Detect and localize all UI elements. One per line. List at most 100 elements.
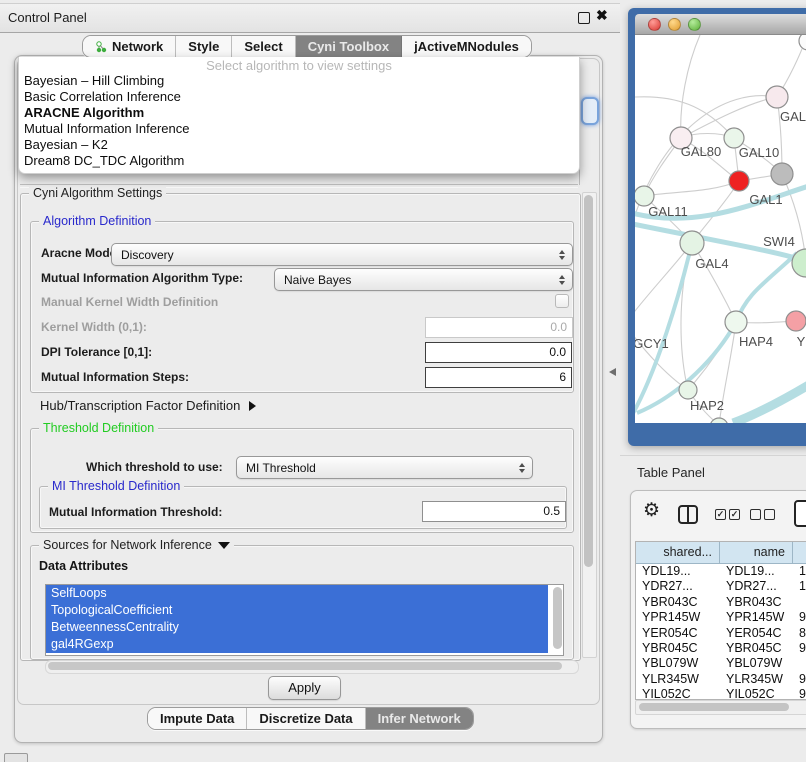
table-panel-strip: Table Panel — [620, 455, 806, 490]
attribute-item-selected[interactable]: SelfLoops — [46, 585, 548, 602]
table-row[interactable]: YDL19...YDL19...13 — [636, 564, 806, 579]
threshold-definition-group: Threshold Definition Which threshold to … — [30, 428, 574, 533]
network-canvas[interactable]: GALGAL80GAL10GAL1GAL11GAL4SWI4GCY1HAP4YH… — [635, 35, 806, 423]
network-window-titlebar[interactable] — [635, 14, 806, 35]
dpi-tolerance-label: DPI Tolerance [0,1]: — [41, 345, 152, 359]
algorithm-option[interactable]: Mutual Information Inference — [19, 121, 579, 137]
algorithm-dropdown[interactable]: Select algorithm to view settings Bayesi… — [18, 57, 580, 174]
mi-threshold-definition-group: MI Threshold Definition Mutual Informati… — [39, 486, 567, 529]
network-node-hap2[interactable] — [679, 381, 697, 399]
network-tab-icon — [95, 41, 107, 53]
table-header: shared...name — [636, 542, 806, 564]
column-header[interactable] — [793, 542, 806, 563]
splitter-arrow-icon[interactable] — [609, 368, 616, 376]
table-row[interactable]: YDR27...YDR27...12 — [636, 579, 806, 594]
control-panel-tabs: NetworkStyleSelectCyni ToolboxjActiveMNo… — [82, 35, 532, 58]
gear-icon[interactable]: ⚙ — [643, 501, 660, 520]
minimize-traffic-light-icon[interactable] — [668, 18, 681, 31]
kernel-width-field[interactable]: 0.0 — [425, 317, 573, 338]
tab-discretize-data[interactable]: Discretize Data — [247, 708, 365, 729]
settings-horizontal-scrollbar[interactable] — [45, 660, 579, 674]
which-threshold-label: Which threshold to use: — [86, 460, 223, 474]
algorithm-option[interactable]: ARACNE Algorithm — [19, 105, 579, 121]
algorithm-option[interactable]: Bayesian – K2 — [19, 137, 579, 153]
network-svg: GALGAL80GAL10GAL1GAL11GAL4SWI4GCY1HAP4YH… — [635, 35, 806, 423]
node-label: GAL1 — [749, 192, 782, 207]
dpi-tolerance-field[interactable]: 0.0 — [425, 342, 572, 363]
algorithm-option[interactable]: Bayesian – Hill Climbing — [19, 73, 579, 89]
column-header[interactable]: name — [720, 542, 793, 563]
network-node[interactable] — [799, 35, 806, 50]
aracne-mode-select[interactable]: Discovery — [111, 243, 573, 266]
spinner-arrows-icon — [554, 250, 569, 260]
screen: Control Panel ✖ NetworkStyleSelectCyni T… — [0, 0, 806, 762]
tab-impute-data[interactable]: Impute Data — [148, 708, 247, 729]
attribute-item-selected[interactable]: BetweennessCentrality — [46, 619, 548, 636]
table-row[interactable]: YIL052CYIL052C9. — [636, 687, 806, 700]
network-node-gal11[interactable] — [635, 186, 654, 206]
settings-vertical-scrollbar[interactable] — [582, 192, 597, 658]
table-row[interactable]: YBL079WYBL079W — [636, 656, 806, 671]
network-node-gal[interactable] — [766, 86, 788, 108]
mi-algorithm-type-select[interactable]: Naive Bayes — [274, 268, 573, 291]
cyni-bottom-tabs: Impute DataDiscretize DataInfer Network — [147, 707, 474, 730]
algorithm-option[interactable]: Basic Correlation Inference — [19, 89, 579, 105]
column-header[interactable]: shared... — [636, 542, 720, 563]
tab-cyni-toolbox[interactable]: Cyni Toolbox — [296, 36, 402, 57]
sources-group: Sources for Network Inference Data Attri… — [30, 545, 574, 660]
network-node-gal1[interactable] — [729, 171, 749, 191]
node-label: GAL4 — [695, 256, 728, 271]
split-view-icon[interactable] — [678, 505, 698, 524]
kernel-width-label: Kernel Width (0,1): — [41, 320, 147, 334]
hub-tf-definition-expander[interactable]: Hub/Transcription Factor Definition — [40, 398, 256, 413]
network-node-y[interactable] — [786, 311, 806, 331]
table-row[interactable]: YLR345WYLR345W9. — [636, 672, 806, 687]
hub-tf-definition-label: Hub/Transcription Factor Definition — [40, 398, 240, 413]
panel-title: Control Panel — [8, 10, 87, 25]
table-row[interactable]: YBR043CYBR043C — [636, 595, 806, 610]
node-table[interactable]: shared...name YDL19...YDL19...13YDR27...… — [635, 541, 806, 700]
table-body: YDL19...YDL19...13YDR27...YDR27...12YBR0… — [636, 564, 806, 700]
tab-infer-network[interactable]: Infer Network — [366, 708, 473, 729]
table-horizontal-scrollbar[interactable] — [635, 700, 806, 715]
attribute-item-selected[interactable]: TopologicalCoefficient — [46, 602, 548, 619]
list-scrollbar[interactable] — [553, 587, 562, 652]
minimized-panel-icon[interactable] — [4, 753, 28, 762]
table-row[interactable]: YPR145WYPR145W9. — [636, 610, 806, 625]
float-window-icon[interactable] — [578, 12, 590, 24]
zoom-traffic-light-icon[interactable] — [688, 18, 701, 31]
mi-steps-field[interactable]: 6 — [425, 367, 572, 388]
select-all-checked-icon[interactable]: ✓✓ — [715, 509, 740, 520]
node-label: Y — [797, 334, 806, 349]
spinner-arrows-icon — [514, 463, 529, 473]
node-label: GAL80 — [681, 144, 721, 159]
network-node-hap4[interactable] — [725, 311, 747, 333]
apply-button[interactable]: Apply — [268, 676, 341, 700]
network-node[interactable] — [771, 163, 793, 185]
attribute-item-selected[interactable]: gal4RGexp — [46, 636, 548, 653]
close-icon[interactable]: ✖ — [596, 7, 608, 24]
table-row[interactable]: YER054CYER054C8. — [636, 626, 806, 641]
table-options-icon[interactable] — [794, 500, 806, 527]
which-threshold-select[interactable]: MI Threshold — [236, 456, 533, 479]
close-traffic-light-icon[interactable] — [648, 18, 661, 31]
deselect-all-icon[interactable] — [750, 509, 775, 520]
data-attributes-list[interactable]: SelfLoopsTopologicalCoefficientBetweenne… — [45, 584, 564, 656]
focused-combo-fragment — [581, 97, 599, 125]
tab-network[interactable]: Network — [83, 36, 176, 57]
mi-steps-label: Mutual Information Steps: — [41, 370, 189, 384]
network-node[interactable] — [710, 418, 728, 423]
tab-select[interactable]: Select — [232, 36, 295, 57]
tab-jactivemnodules[interactable]: jActiveMNodules — [402, 36, 531, 57]
control-panel-titlebar: Control Panel ✖ — [0, 3, 620, 33]
algorithm-option[interactable]: Dream8 DC_TDC Algorithm — [19, 153, 579, 169]
tab-style[interactable]: Style — [176, 36, 232, 57]
network-window[interactable]: GALGAL80GAL10GAL1GAL11GAL4SWI4GCY1HAP4YH… — [628, 8, 806, 446]
node-label: GAL11 — [648, 204, 688, 219]
manual-kernel-checkbox[interactable] — [555, 294, 569, 308]
table-row[interactable]: YBR045CYBR045C9. — [636, 641, 806, 656]
mi-threshold-field[interactable]: 0.5 — [422, 501, 566, 522]
group-title[interactable]: Sources for Network Inference — [39, 538, 234, 552]
group-title: MI Threshold Definition — [48, 479, 184, 493]
network-node-gal4[interactable] — [680, 231, 704, 255]
